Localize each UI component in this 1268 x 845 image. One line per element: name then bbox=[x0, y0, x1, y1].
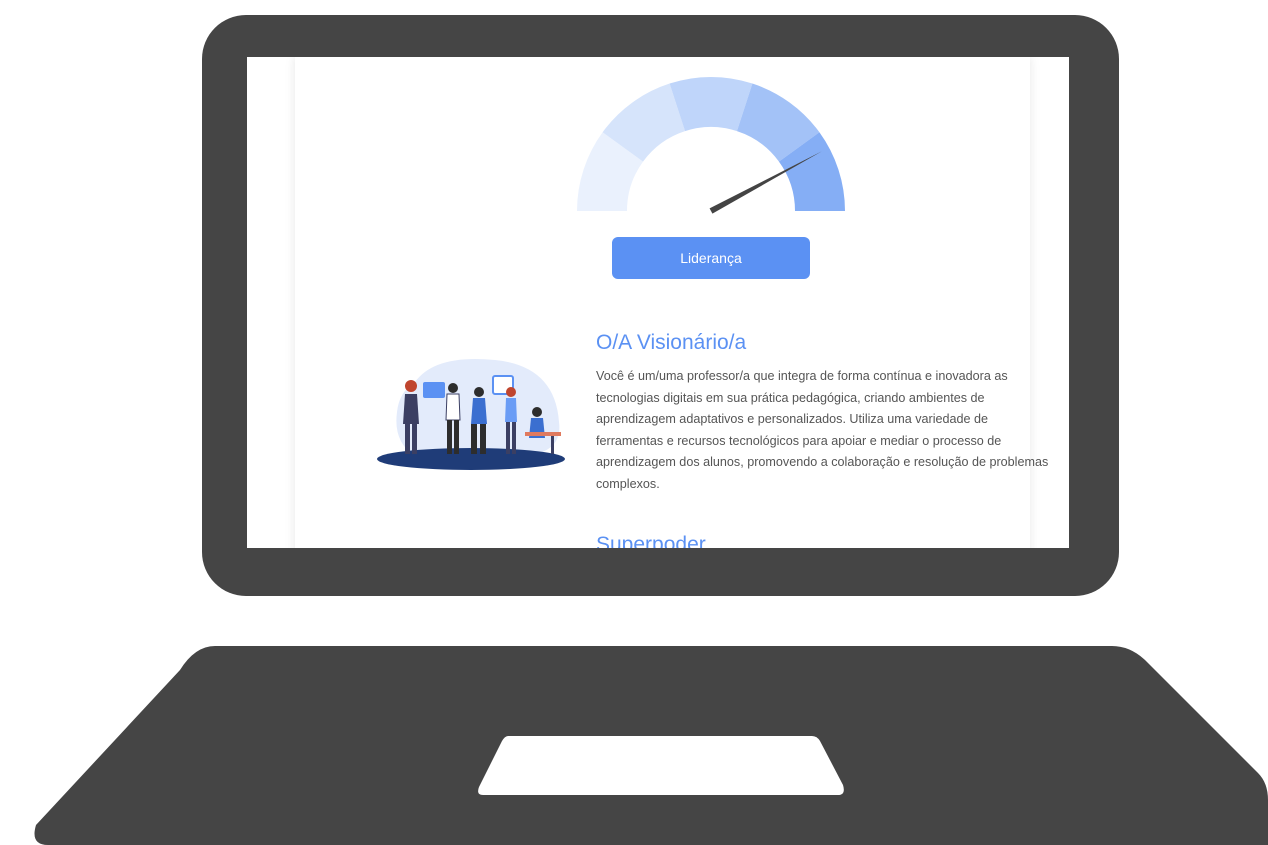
laptop-screen: Liderança O/A Visionário/a Você é um/uma… bbox=[247, 57, 1069, 548]
trackpad bbox=[478, 736, 844, 795]
level-button[interactable]: Liderança bbox=[612, 237, 810, 279]
profile-title: O/A Visionário/a bbox=[596, 331, 747, 354]
result-card: Liderança O/A Visionário/a Você é um/uma… bbox=[295, 57, 1048, 548]
team-illustration bbox=[377, 358, 565, 470]
laptop-mockup: Liderança O/A Visionário/a Você é um/uma… bbox=[0, 0, 1268, 845]
section-title-superpower: Superpoder bbox=[596, 533, 706, 548]
profile-description: Você é um/uma professor/a que integra de… bbox=[596, 369, 1049, 491]
level-gauge bbox=[577, 77, 845, 214]
